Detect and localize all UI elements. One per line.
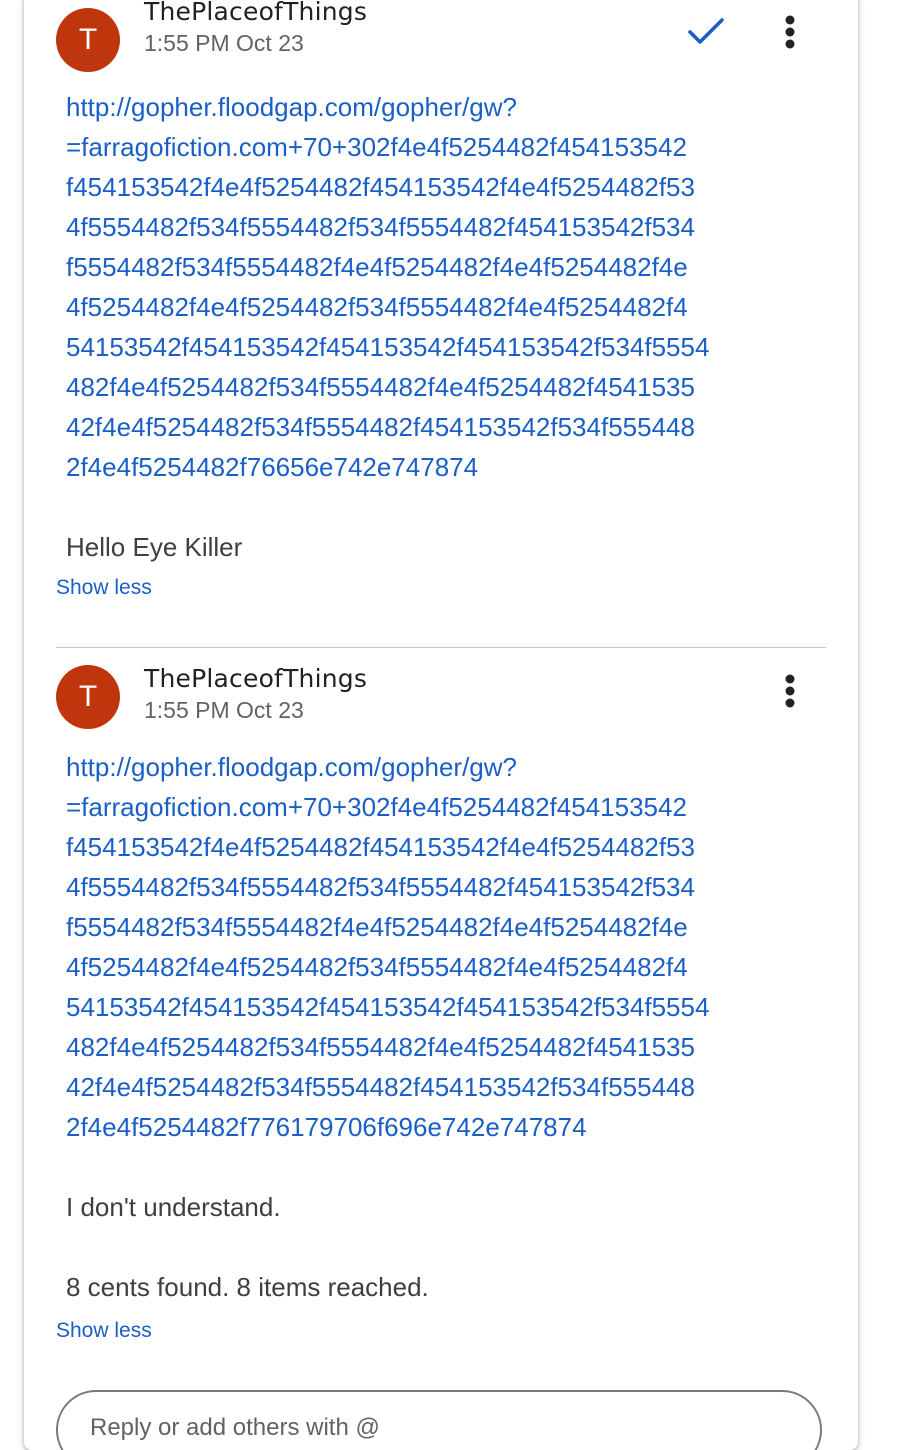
comment-2: T ThePlaceofThings 1:55 PM Oct 23 http:/… [56, 664, 826, 1367]
reply-input[interactable]: Reply or add others with @ [56, 1390, 822, 1450]
comment-message-2: 8 cents found. 8 items reached. [66, 1272, 429, 1302]
avatar[interactable]: T [56, 8, 120, 72]
check-icon [688, 18, 724, 44]
reply-placeholder: Reply or add others with @ [90, 1414, 380, 1441]
show-less-link[interactable]: Show less [56, 576, 152, 600]
comment-message: Hello Eye Killer [66, 532, 243, 562]
comment-link[interactable]: http://gopher.floodgap.com/gopher/gw? =f… [66, 747, 806, 1147]
comment-author: ThePlaceofThings [144, 664, 368, 693]
comment-body: http://gopher.floodgap.com/gopher/gw? =f… [66, 747, 806, 1307]
comment-1: T ThePlaceofThings 1:55 PM Oct 23 http:/… [56, 0, 826, 640]
comment-body: http://gopher.floodgap.com/gopher/gw? =f… [66, 87, 806, 567]
comment-divider [56, 647, 826, 648]
comment-thread-card: T ThePlaceofThings 1:55 PM Oct 23 http:/… [24, 0, 858, 1450]
resolve-button[interactable] [682, 8, 730, 56]
comment-link[interactable]: http://gopher.floodgap.com/gopher/gw? =f… [66, 87, 806, 487]
more-options-button[interactable] [770, 667, 810, 715]
more-options-button[interactable] [770, 8, 810, 56]
comment-message: I don't understand. [66, 1192, 281, 1222]
more-vert-icon [785, 674, 795, 708]
comment-time: 1:55 PM Oct 23 [144, 30, 304, 56]
avatar[interactable]: T [56, 665, 120, 729]
show-less-link[interactable]: Show less [56, 1319, 152, 1343]
more-vert-icon [785, 15, 795, 49]
comment-time: 1:55 PM Oct 23 [144, 697, 304, 723]
comment-author: ThePlaceofThings [144, 0, 368, 26]
